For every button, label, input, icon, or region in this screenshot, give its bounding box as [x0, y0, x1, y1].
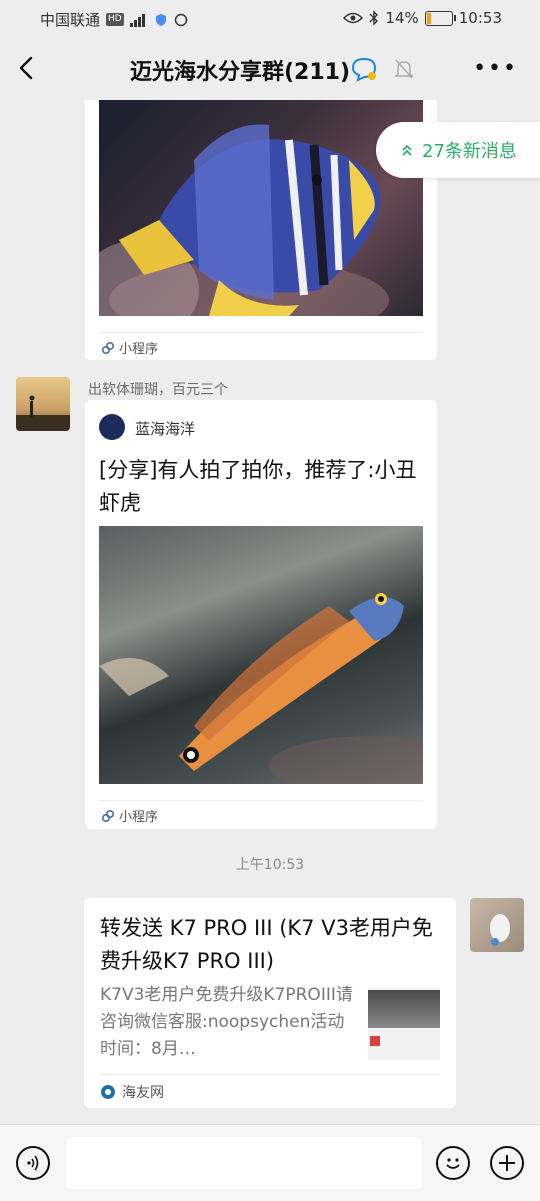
more-options-icon[interactable]: •••	[473, 56, 518, 81]
voice-input-button[interactable]	[16, 1146, 50, 1180]
eye-icon	[343, 12, 364, 24]
clock: 10:53	[458, 9, 502, 27]
card-divider	[99, 332, 423, 333]
source-avatar	[99, 414, 125, 440]
voice-icon	[27, 1155, 39, 1171]
shield-icon	[155, 13, 166, 26]
card-thumbnail	[368, 988, 440, 1060]
mini-program-label: 小程序	[101, 806, 158, 825]
avatar[interactable]	[16, 377, 70, 431]
link-card[interactable]: 转发送 K7 PRO III (K7 V3老用户免费升级K7 PRO III) …	[84, 898, 456, 1108]
carrier-label: 中国联通	[40, 11, 101, 29]
plus-icon	[499, 1155, 515, 1171]
card-description: K7V3老用户免费升级K7PROIII请咨询微信客服:noopsychen活动时…	[100, 985, 353, 1059]
chat-bubble-icon[interactable]	[350, 56, 380, 82]
back-icon[interactable]	[14, 52, 44, 84]
chat-title: 迈光海水分享群(211)	[130, 60, 351, 85]
mini-program-icon	[101, 809, 115, 822]
mini-program-label: 小程序	[101, 338, 158, 357]
message-timestamp: 上午10:53	[235, 857, 305, 873]
card-divider	[100, 1074, 440, 1075]
mini-program-icon	[101, 341, 115, 354]
message-input[interactable]	[66, 1137, 422, 1189]
card-divider	[99, 800, 423, 801]
tang-fish-image	[99, 100, 423, 316]
battery-percent: 14%	[385, 9, 419, 27]
signal-icon	[129, 13, 148, 27]
input-bar	[0, 1124, 540, 1201]
mute-bell-icon[interactable]	[394, 58, 414, 80]
chat-header: 迈光海水分享群(211) •••	[0, 36, 540, 100]
source-name: 蓝海海洋	[135, 420, 196, 438]
battery-icon	[424, 10, 456, 26]
card-title: 转发送 K7 PRO III (K7 V3老用户免费升级K7 PRO III)	[100, 916, 433, 973]
bluetooth-icon	[369, 10, 379, 26]
new-messages-button[interactable]: 27条新消息	[376, 122, 540, 178]
source-row: 海友网	[100, 1082, 164, 1102]
double-chevron-up-icon	[402, 144, 412, 156]
new-messages-label: 27条新消息	[422, 141, 517, 162]
status-bar: 中国联通 HD 14% 10:53	[0, 0, 540, 36]
goby-fish-image	[99, 526, 423, 784]
card-title: [分享]有人拍了拍你，推荐了:小丑虾虎	[99, 458, 417, 515]
source-icon	[101, 1085, 115, 1099]
sync-icon	[174, 13, 187, 26]
more-functions-button[interactable]	[490, 1146, 524, 1180]
emoji-button[interactable]	[436, 1146, 470, 1180]
avatar[interactable]	[470, 898, 524, 952]
sender-caption: 出软体珊瑚，百元三个	[88, 382, 228, 398]
hd-icon: HD	[106, 13, 124, 26]
smiley-icon	[446, 1158, 460, 1169]
source-name: 海友网	[122, 1085, 164, 1101]
